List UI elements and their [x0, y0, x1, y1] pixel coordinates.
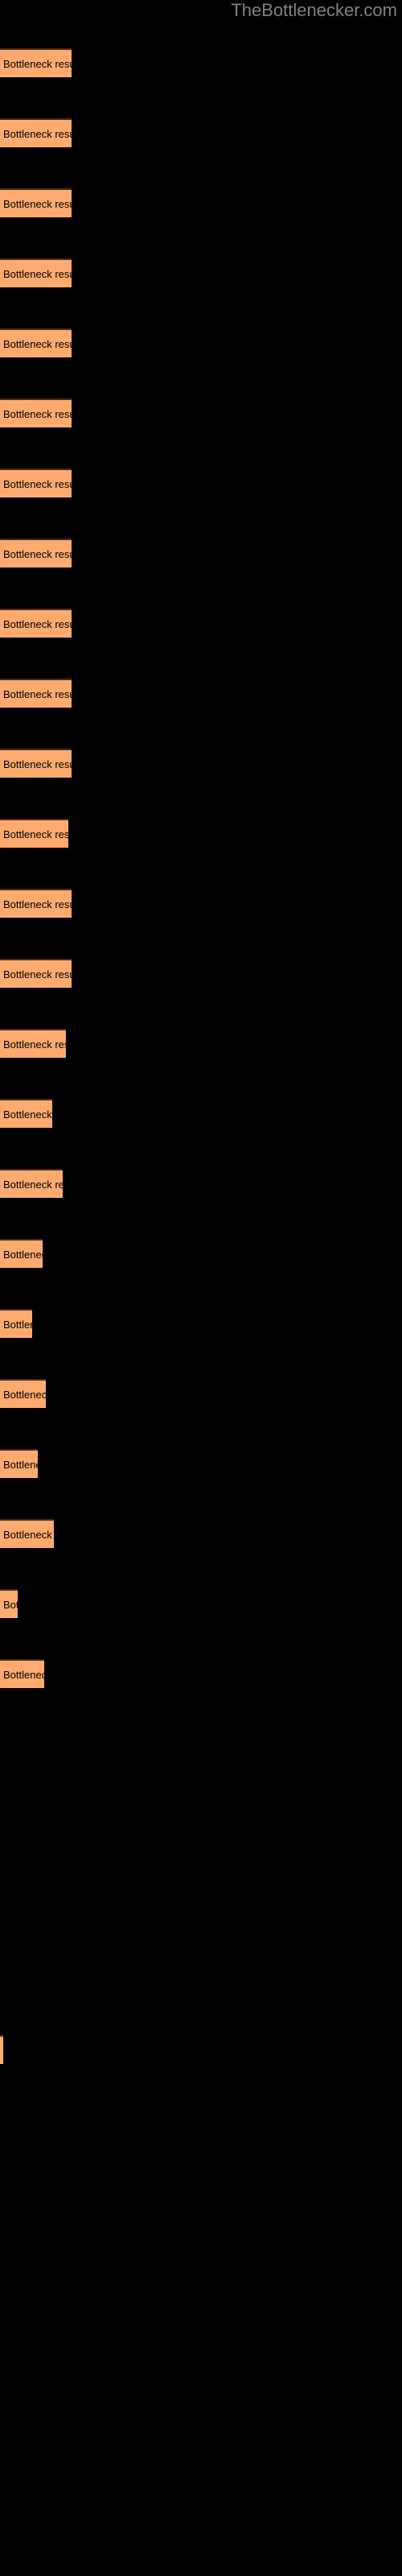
bar-label: Bottleneck result	[3, 1529, 54, 1541]
bar-label: Bottleneck result	[3, 1038, 66, 1051]
bar[interactable]: Bottleneck result	[0, 1239, 43, 1268]
bar[interactable]: Bottleneck result	[0, 398, 72, 427]
bar[interactable]: Bottleneck result	[0, 1169, 63, 1198]
bar-label: Bottleneck result	[3, 128, 72, 140]
bar-label: Bottleneck result	[3, 408, 72, 420]
bar-label: Bottleneck result	[3, 688, 72, 700]
bar[interactable]: Bottleneck result	[0, 1589, 18, 1618]
bar-label: Bottleneck result	[3, 1459, 38, 1471]
bar[interactable]: Bottleneck result	[0, 679, 72, 708]
bar[interactable]: Bottleneck result	[0, 1029, 66, 1058]
bar-sliver[interactable]	[0, 2035, 3, 2064]
bar[interactable]: Bottleneck result	[0, 118, 72, 147]
bar[interactable]: Bottleneck result	[0, 1379, 46, 1408]
bar[interactable]: Bottleneck result	[0, 819, 68, 848]
bar[interactable]: Bottleneck result	[0, 258, 72, 287]
bar-label: Bottleneck result	[3, 618, 72, 630]
bar-label: Bottleneck result	[3, 1179, 63, 1191]
bar-label: Bottleneck result	[3, 338, 72, 350]
bar-label: Bottleneck result	[3, 898, 72, 910]
bar[interactable]: Bottleneck result	[0, 539, 72, 568]
bar-label: Bottleneck result	[3, 1599, 18, 1611]
bar[interactable]: Bottleneck result	[0, 1099, 52, 1128]
bar-label: Bottleneck result	[3, 758, 72, 770]
bar-label: Bottleneck result	[3, 1249, 43, 1261]
bar-label: Bottleneck result	[3, 1389, 46, 1401]
bar[interactable]: Bottleneck result	[0, 889, 72, 918]
bar-label: Bottleneck result	[3, 828, 68, 840]
bar[interactable]: Bottleneck result	[0, 749, 72, 778]
bar[interactable]: Bottleneck result	[0, 1449, 38, 1478]
bar[interactable]: Bottleneck result	[0, 1309, 32, 1338]
bar-label: Bottleneck result	[3, 968, 72, 980]
bar-label: Bottleneck result	[3, 1108, 52, 1121]
bar-label: Bottleneck result	[3, 478, 72, 490]
bar[interactable]: Bottleneck result	[0, 1519, 54, 1548]
bar[interactable]: Bottleneck result	[0, 959, 72, 988]
bar[interactable]: Bottleneck result	[0, 328, 72, 357]
bar[interactable]: Bottleneck result	[0, 48, 72, 77]
bar-label: Bottleneck result	[3, 548, 72, 560]
bar-chart: Bottleneck result Bottleneck result Bottle…	[0, 0, 402, 2576]
bar-label: Bottleneck result	[3, 198, 72, 210]
bar[interactable]: Bottleneck result	[0, 188, 72, 217]
bar-label: Bottleneck result	[3, 268, 72, 280]
bar-label: Bottleneck result	[3, 58, 72, 70]
bar[interactable]: Bottleneck result	[0, 609, 72, 638]
bar[interactable]: Bottleneck result	[0, 1659, 44, 1688]
bar[interactable]: Bottleneck result	[0, 469, 72, 497]
bar-label: Bottleneck result	[3, 1319, 32, 1331]
bar-label: Bottleneck result	[3, 1669, 44, 1681]
